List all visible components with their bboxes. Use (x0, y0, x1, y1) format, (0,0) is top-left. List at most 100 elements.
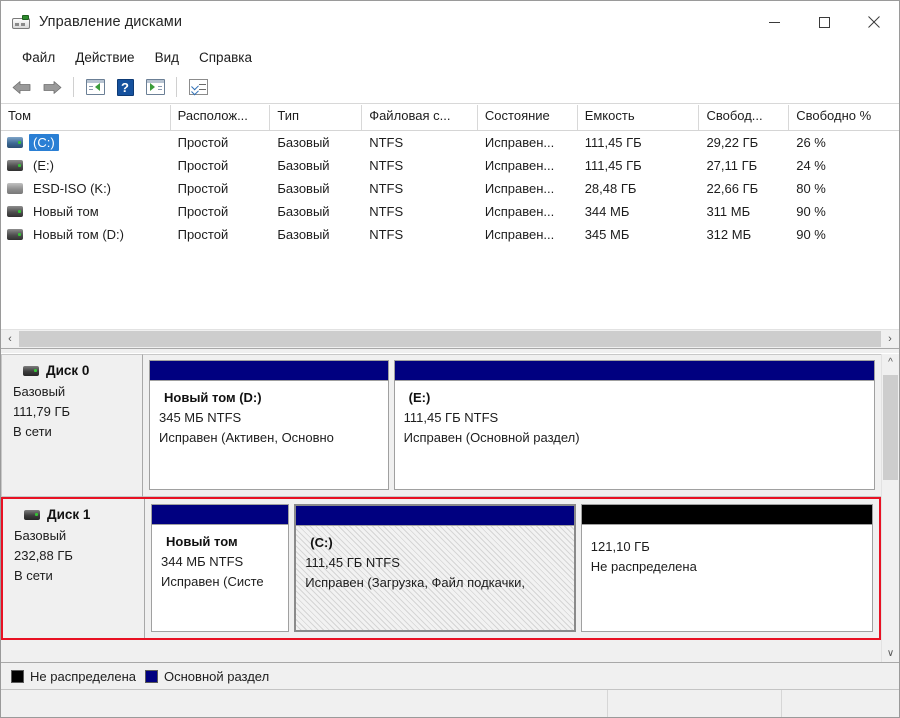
scroll-right-icon[interactable]: › (881, 330, 899, 348)
graphic-scroll-area: Диск 0 Базовый 111,79 ГБ В сети Новый то… (1, 354, 881, 662)
partition-status: Не распределена (590, 559, 697, 574)
partition-name: Новый том (166, 534, 238, 549)
minimize-button[interactable] (749, 1, 799, 43)
partition-size-fs: 111,45 ГБ NTFS (305, 555, 400, 570)
partition-name: Новый том (D:) (164, 390, 262, 405)
scroll-up-icon[interactable]: ^ (882, 354, 899, 371)
title-bar-left: Управление дисками (1, 14, 182, 30)
partition-name: (C:) (310, 535, 333, 550)
partition-size-fs: 121,10 ГБ (590, 539, 650, 554)
show-hide-console-tree-button[interactable] (81, 74, 109, 100)
disk-title: Диск 1 (14, 507, 144, 522)
back-button[interactable] (8, 74, 36, 100)
menu-item-file[interactable]: Файл (13, 47, 64, 68)
properties-icon (188, 79, 208, 96)
menu-item-help[interactable]: Справка (190, 47, 261, 68)
column-header-filesystem[interactable]: Файловая с... (362, 105, 478, 130)
toolbar-separator-2 (176, 77, 177, 97)
disk-row-disk-0[interactable]: Диск 0 Базовый 111,79 ГБ В сети Новый то… (1, 354, 881, 497)
disk-name: Диск 1 (47, 507, 91, 522)
horizontal-scroll-thumb[interactable] (19, 331, 881, 347)
scroll-down-icon[interactable]: ∨ (882, 645, 899, 662)
cell-free-percent: 80 % (796, 181, 826, 196)
toolbar: ? (1, 71, 899, 104)
column-header-free-percent[interactable]: Свободно % (789, 105, 899, 130)
cell-free-percent: 90 % (796, 227, 826, 242)
menu-item-action[interactable]: Действие (66, 47, 143, 68)
partition-color-bar (581, 505, 873, 525)
cell-type: Базовый (277, 204, 330, 219)
legend-entry-unallocated: Не распределена (11, 669, 136, 684)
cell-filesystem: NTFS (369, 158, 404, 173)
volume-system-icon (7, 137, 23, 148)
column-header-capacity[interactable]: Емкость (578, 105, 700, 130)
column-header-status[interactable]: Состояние (478, 105, 578, 130)
partition-color-bar (394, 361, 874, 381)
disk-type: Базовый (14, 528, 67, 543)
volume-icon (7, 229, 23, 240)
table-row[interactable]: (C:) Простой Базовый NTFS Исправен... 11… (1, 131, 899, 154)
menu-item-view[interactable]: Вид (146, 47, 188, 68)
graphic-disk-view: Диск 0 Базовый 111,79 ГБ В сети Новый то… (1, 354, 899, 662)
legend-swatch-unallocated (11, 669, 24, 683)
partition-body: Новый том 344 МБ NTFS Исправен (Систе (152, 525, 289, 631)
vertical-scroll-thumb[interactable] (883, 375, 898, 480)
cell-free: 22,66 ГБ (706, 181, 759, 196)
disk-row-disk-1[interactable]: Диск 1 Базовый 232,88 ГБ В сети Новый то… (1, 497, 881, 640)
partition-c[interactable]: (C:) 111,45 ГБ NTFS Исправен (Загрузка, … (294, 504, 576, 632)
graphic-view-vertical-scrollbar[interactable]: ^ ∨ (881, 354, 899, 662)
disk-status: В сети (13, 424, 52, 439)
table-row[interactable]: (E:) Простой Базовый NTFS Исправен... 11… (1, 154, 899, 177)
partition-status: Исправен (Активен, Основно (159, 430, 334, 445)
status-pane-2 (608, 690, 782, 717)
partition-d[interactable]: Новый том (D:) 345 МБ NTFS Исправен (Акт… (149, 360, 389, 490)
partition-unallocated[interactable]: 121,10 ГБ Не распределена (580, 504, 874, 632)
cell-layout: Простой (177, 135, 229, 150)
forward-button[interactable] (38, 74, 66, 100)
cell-layout: Простой (177, 227, 229, 242)
volume-name: Новый том (D:) (33, 227, 124, 242)
legend-entry-primary: Основной раздел (145, 669, 269, 684)
cell-status: Исправен... (484, 181, 555, 196)
table-row[interactable]: Новый том (D:) Простой Базовый NTFS Испр… (1, 223, 899, 246)
close-button[interactable] (849, 1, 899, 43)
table-row[interactable]: ESD-ISO (K:) Простой Базовый NTFS Исправ… (1, 177, 899, 200)
disk-status: В сети (14, 568, 53, 583)
show-hide-action-pane-button[interactable] (141, 74, 169, 100)
column-header-layout[interactable]: Располож... (171, 105, 271, 130)
column-header-volume[interactable]: Том (1, 105, 171, 130)
cell-filesystem: NTFS (369, 227, 404, 242)
cell-free-percent: 90 % (796, 204, 826, 219)
vertical-scroll-track[interactable] (882, 371, 899, 645)
column-header-free[interactable]: Свобод... (699, 105, 790, 130)
table-row[interactable]: Новый том Простой Базовый NTFS Исправен.… (1, 200, 899, 223)
disk-icon (24, 509, 40, 520)
partition-system[interactable]: Новый том 344 МБ NTFS Исправен (Систе (151, 504, 290, 632)
cell-layout: Простой (177, 181, 229, 196)
status-bar (1, 689, 899, 717)
partition-e[interactable]: (E:) 111,45 ГБ NTFS Исправен (Основной р… (393, 360, 875, 490)
partition-status: Исправен (Основной раздел) (403, 430, 580, 445)
disk-title: Диск 0 (13, 363, 142, 378)
legend-swatch-primary (145, 669, 159, 683)
cell-capacity: 111,45 ГБ (584, 158, 642, 173)
volume-list-horizontal-scrollbar[interactable]: ‹ › (1, 329, 899, 348)
maximize-button[interactable] (799, 1, 849, 43)
disk-drive-icon (12, 14, 30, 30)
toolbar-separator-1 (73, 77, 74, 97)
show-hide-console-tree-icon (85, 79, 105, 95)
cell-free: 29,22 ГБ (706, 135, 759, 150)
scroll-left-icon[interactable]: ‹ (1, 330, 19, 348)
disk-info-disk-0[interactable]: Диск 0 Базовый 111,79 ГБ В сети (1, 354, 143, 497)
column-header-type[interactable]: Тип (270, 105, 363, 130)
cell-volume: Новый том (D:) (1, 223, 171, 246)
cell-filesystem: NTFS (369, 181, 404, 196)
volume-icon (7, 206, 23, 217)
legend-label-unallocated: Не распределена (30, 668, 137, 684)
help-button[interactable]: ? (111, 74, 139, 100)
properties-button[interactable] (184, 74, 212, 100)
window-controls (749, 1, 899, 43)
disk-info-disk-1[interactable]: Диск 1 Базовый 232,88 ГБ В сети (3, 499, 145, 638)
back-icon (12, 80, 31, 94)
horizontal-scroll-track[interactable] (19, 330, 881, 348)
